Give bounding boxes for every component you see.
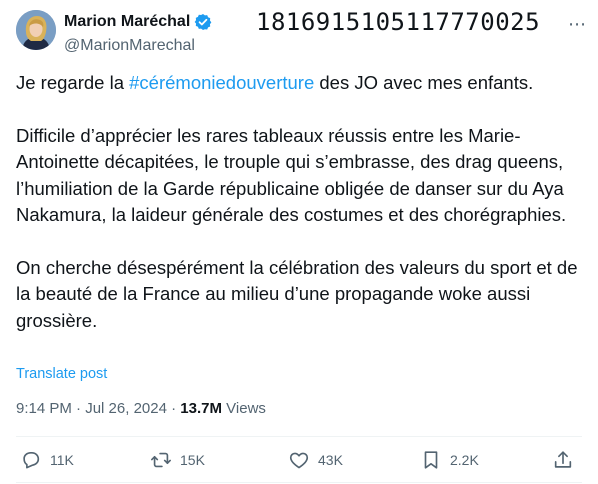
reply-count: 11K [50,452,74,468]
post-id: 1816915105117770025 [256,8,541,36]
reply-icon [23,452,40,469]
tweet-text-suffix: des JO avec mes enfants. [314,72,534,93]
author-handle[interactable]: @MarionMarechal [64,36,195,56]
post-meta: 9:14 PM · Jul 26, 2024 · 13.7M Views [16,399,266,419]
repost-button[interactable]: 15K [150,438,205,482]
more-icon[interactable]: ⋯ [568,14,587,34]
reply-button[interactable]: 11K [20,438,74,482]
avatar[interactable] [16,10,56,50]
translate-post-link[interactable]: Translate post [16,364,107,384]
bookmark-icon [424,451,438,469]
hashtag-link[interactable]: #cérémoniedouverture [129,72,314,93]
tweet: Marion Maréchal @MarionMarechal 18169151… [0,0,598,484]
meta-separator: · [166,400,181,417]
verified-badge-icon [194,13,212,31]
tweet-text: Je regarde la #cérémoniedouverture des J… [16,70,582,334]
post-time[interactable]: 9:14 PM [16,400,72,417]
views-count: 13.7M [180,400,222,417]
like-count: 43K [318,452,343,468]
divider-bottom [16,482,582,483]
tweet-paragraph-2: Difficile d’apprécier les rares tableaux… [16,124,567,226]
author-display-name[interactable]: Marion Maréchal [64,12,190,32]
repost-count: 15K [180,452,205,468]
tweet-text-prefix: Je regarde la [16,72,130,93]
meta-separator: · [71,400,86,417]
share-button[interactable] [552,438,574,482]
divider-top [16,436,582,437]
avatar-photo [16,10,56,50]
views-label: Views [222,400,266,417]
action-bar: 11K 15K 43K 2.2K [16,438,582,482]
repost-icon [151,452,171,468]
like-icon [289,452,309,469]
bookmark-button[interactable]: 2.2K [420,438,479,482]
like-button[interactable]: 43K [288,438,343,482]
post-date[interactable]: Jul 26, 2024 [85,400,167,417]
tweet-paragraph-1: Je regarde la #cérémoniedouverture des J… [16,70,582,97]
author-name-row: Marion Maréchal [64,12,212,32]
share-icon [554,451,572,468]
bookmark-count: 2.2K [450,452,479,468]
tweet-paragraph-3: On cherche désespérément la célébration … [16,256,578,331]
